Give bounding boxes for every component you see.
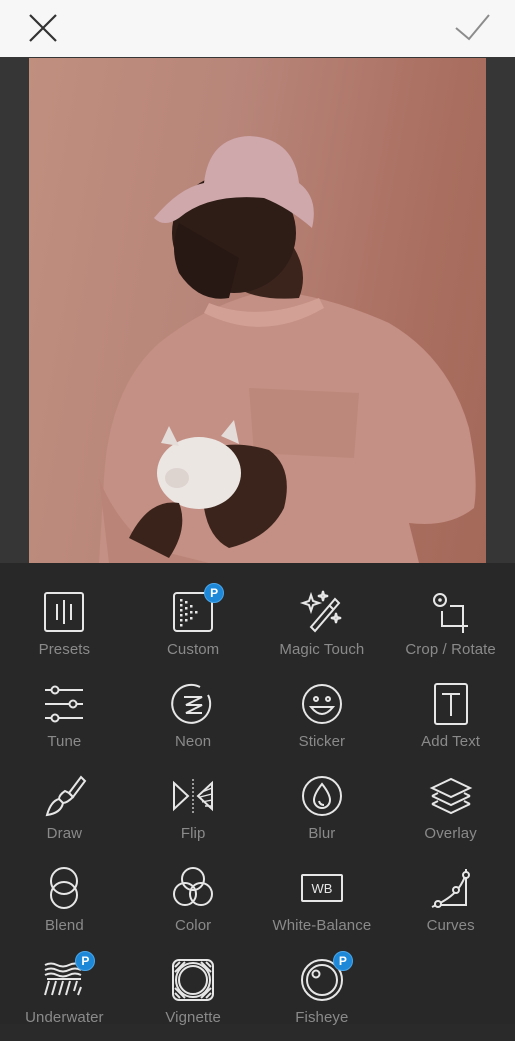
- tool-label: Add Text: [421, 733, 481, 750]
- close-icon: [29, 14, 57, 42]
- tool-white-balance[interactable]: WB White-Balance: [258, 857, 387, 949]
- tools-panel: Presets P Custom Magic Touch Crop / Rotate Tu…: [0, 563, 515, 1026]
- tool-label: Curves: [426, 917, 475, 934]
- tool-magic-touch[interactable]: Magic Touch: [258, 581, 387, 673]
- underwater-icon: P: [41, 951, 96, 1003]
- tool-presets[interactable]: Presets: [0, 581, 129, 673]
- fisheye-icon: P: [299, 951, 353, 1003]
- tool-label: White-Balance: [272, 917, 372, 934]
- text-icon: [428, 681, 474, 727]
- neon-icon: [170, 681, 216, 727]
- tool-flip[interactable]: Flip: [129, 765, 258, 857]
- layers-icon: [428, 773, 474, 819]
- tool-label: Overlay: [424, 825, 477, 842]
- tool-label: Draw: [46, 825, 83, 842]
- tool-curves[interactable]: Curves: [386, 857, 515, 949]
- tool-label: Magic Touch: [279, 641, 365, 658]
- smiley-icon: [299, 681, 345, 727]
- tool-fisheye[interactable]: P Fisheye: [258, 949, 387, 1041]
- top-bar: [0, 0, 515, 57]
- tool-tune[interactable]: Tune: [0, 673, 129, 765]
- brush-icon: [41, 773, 87, 819]
- white-balance-icon: WB: [299, 865, 345, 911]
- tool-label: Underwater: [25, 1009, 104, 1026]
- photo-preview[interactable]: [29, 58, 486, 563]
- pro-badge: P: [332, 951, 353, 971]
- tool-overlay[interactable]: Overlay: [386, 765, 515, 857]
- tool-custom[interactable]: P Custom: [129, 581, 258, 673]
- custom-icon: P: [170, 583, 225, 635]
- curves-icon: [428, 865, 474, 911]
- apply-button[interactable]: [454, 10, 490, 46]
- vignette-icon: [170, 957, 216, 1003]
- close-button[interactable]: [25, 10, 61, 46]
- tool-label: Custom: [166, 641, 220, 658]
- tool-label: Sticker: [298, 733, 346, 750]
- pro-badge: P: [75, 951, 96, 971]
- checkmark-icon: [455, 14, 490, 41]
- tool-draw[interactable]: Draw: [0, 765, 129, 857]
- tool-neon[interactable]: Neon: [129, 673, 258, 765]
- svg-text:WB: WB: [311, 881, 332, 896]
- magic-wand-icon: [299, 589, 345, 635]
- tool-label: Color: [174, 917, 212, 934]
- tool-label: Tune: [47, 733, 82, 750]
- tool-label: Fisheye: [295, 1009, 349, 1026]
- crop-rotate-icon: [428, 589, 474, 635]
- tool-add-text[interactable]: Add Text: [386, 673, 515, 765]
- tool-label: Vignette: [165, 1009, 221, 1026]
- tool-label: Blend: [44, 917, 84, 934]
- canvas-area: [0, 57, 515, 563]
- presets-icon: [41, 589, 87, 635]
- tool-blur[interactable]: Blur: [258, 765, 387, 857]
- pro-badge: P: [204, 583, 225, 603]
- tool-label: Blur: [308, 825, 336, 842]
- flip-icon: [170, 773, 216, 819]
- tool-label: Flip: [180, 825, 206, 842]
- tool-label: Crop / Rotate: [405, 641, 496, 658]
- color-circles-icon: [170, 865, 216, 911]
- sliders-icon: [41, 681, 87, 727]
- tools-grid: Presets P Custom Magic Touch Crop / Rotate Tu…: [0, 581, 515, 1041]
- tool-crop-rotate[interactable]: Crop / Rotate: [386, 581, 515, 673]
- tool-label: Neon: [174, 733, 212, 750]
- tool-blend[interactable]: Blend: [0, 857, 129, 949]
- tool-sticker[interactable]: Sticker: [258, 673, 387, 765]
- blur-drop-icon: [299, 773, 345, 819]
- tool-color[interactable]: Color: [129, 857, 258, 949]
- blend-icon: [41, 865, 87, 911]
- tool-underwater[interactable]: P Underwater: [0, 949, 129, 1041]
- tool-vignette[interactable]: Vignette: [129, 949, 258, 1041]
- tool-label: Presets: [38, 641, 91, 658]
